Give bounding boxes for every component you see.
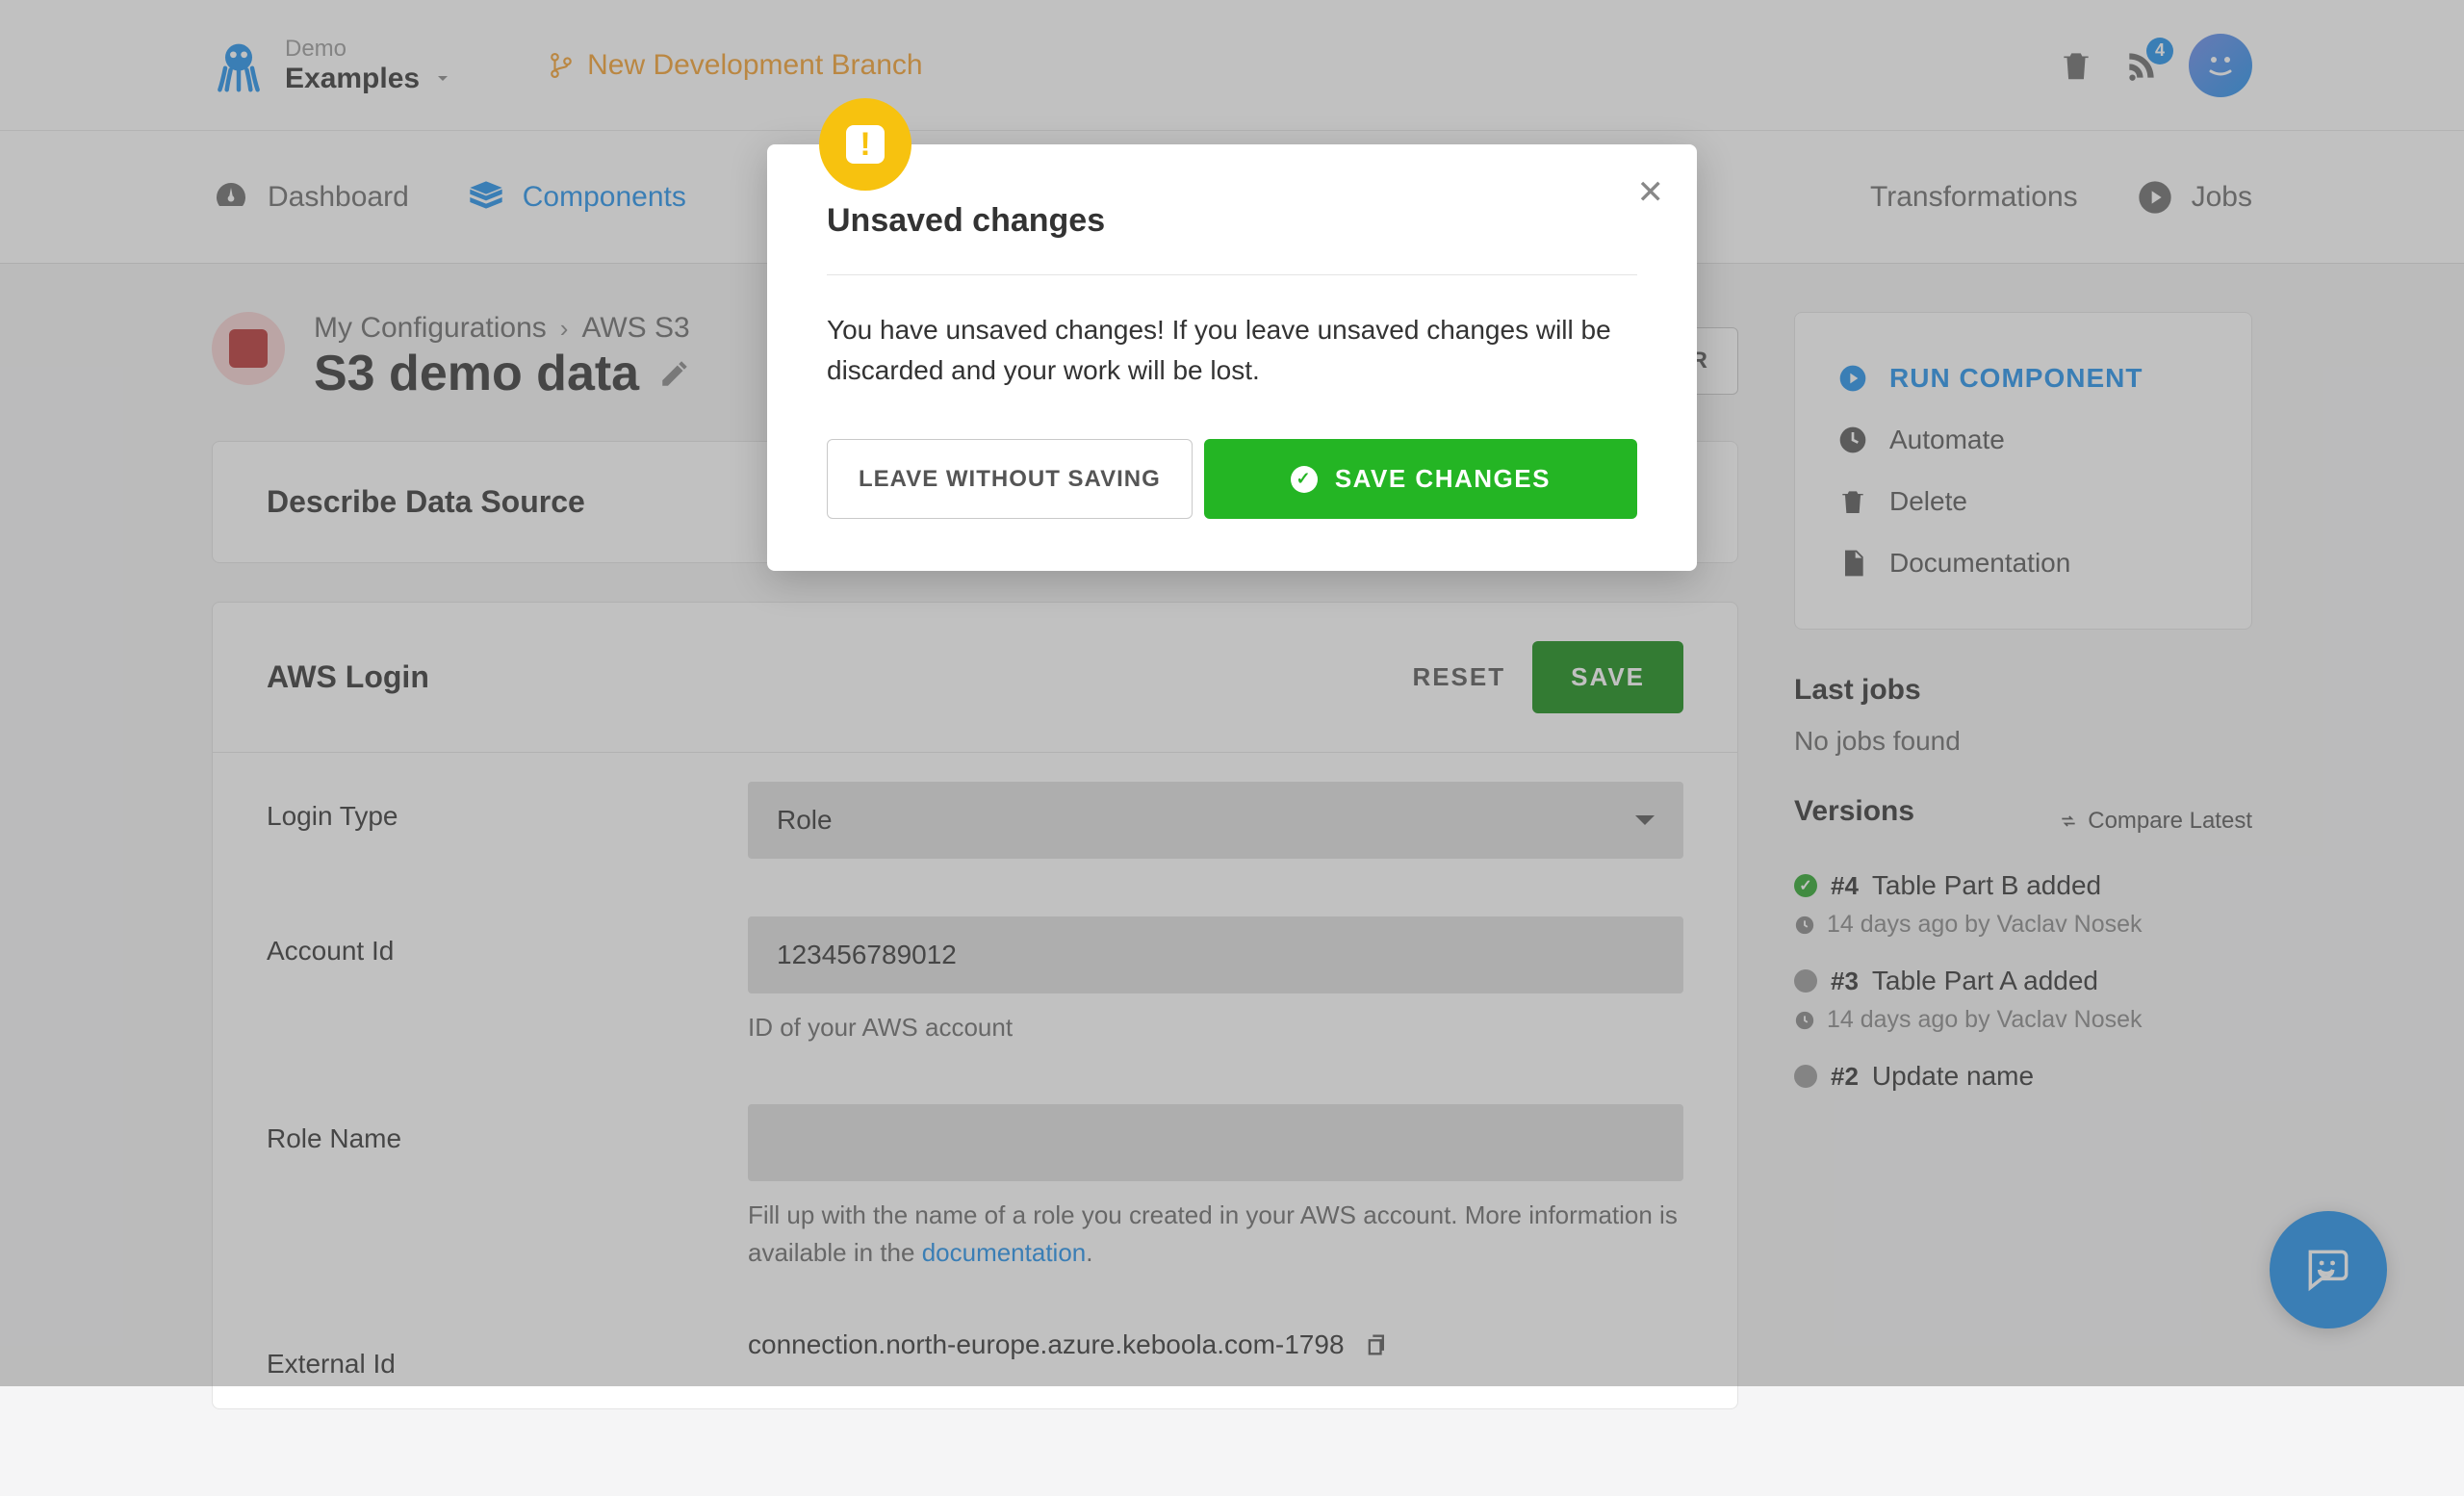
check-icon: ✓ xyxy=(1291,466,1318,493)
modal-body: You have unsaved changes! If you leave u… xyxy=(827,310,1637,391)
leave-without-saving-button[interactable]: LEAVE WITHOUT SAVING xyxy=(827,439,1193,519)
modal-overlay[interactable]: ! ✕ Unsaved changes You have unsaved cha… xyxy=(0,0,2464,1386)
close-button[interactable]: ✕ xyxy=(1637,173,1665,212)
save-changes-label: SAVE CHANGES xyxy=(1335,464,1551,494)
modal-title: Unsaved changes xyxy=(827,202,1637,275)
warning-icon: ! xyxy=(819,98,911,191)
save-changes-button[interactable]: ✓ SAVE CHANGES xyxy=(1204,439,1637,519)
unsaved-changes-modal: ! ✕ Unsaved changes You have unsaved cha… xyxy=(767,144,1697,571)
